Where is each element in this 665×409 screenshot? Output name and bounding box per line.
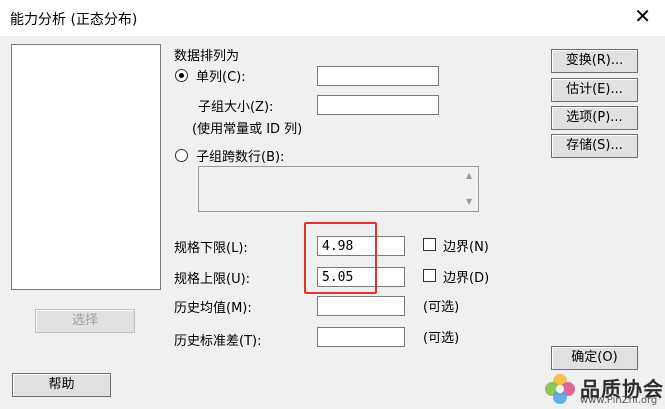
single-column-radio[interactable] <box>175 69 188 82</box>
hist-mean-input[interactable] <box>317 296 405 316</box>
spec-upper-boundary-label: 边界(D) <box>443 271 490 286</box>
options-button[interactable]: 选项(P)... <box>551 106 638 130</box>
subgroup-size-input[interactable] <box>317 95 439 115</box>
ok-button[interactable]: 确定(O) <box>551 346 638 370</box>
hist-mean-label: 历史均值(M): <box>174 301 252 316</box>
highlight-box <box>304 222 377 294</box>
help-button[interactable]: 帮助 <box>12 373 111 397</box>
close-icon[interactable]: ✕ <box>634 6 651 26</box>
hist-std-input[interactable] <box>317 327 405 347</box>
flower-icon <box>545 374 575 404</box>
spec-upper-label: 规格上限(U): <box>174 272 251 287</box>
scroll-down-icon[interactable]: ▼ <box>466 197 472 206</box>
spec-lower-label: 规格下限(L): <box>174 241 248 256</box>
select-button[interactable]: 选择 <box>35 309 135 333</box>
column-listbox[interactable] <box>11 44 161 290</box>
estimate-button[interactable]: 估计(E)... <box>551 78 638 102</box>
storage-button[interactable]: 存储(S)... <box>551 134 638 158</box>
subgroups-across-radio[interactable] <box>175 149 188 162</box>
single-column-input[interactable] <box>317 66 439 86</box>
subgroups-across-textarea[interactable]: ▲ ▼ <box>198 166 479 212</box>
subgroup-size-label: 子组大小(Z): <box>198 100 274 115</box>
window-title: 能力分析 (正态分布) <box>10 12 138 28</box>
spec-lower-boundary-checkbox[interactable] <box>423 238 436 251</box>
transform-button[interactable]: 变换(R)... <box>551 49 638 73</box>
section-title: 数据排列为 <box>174 49 240 64</box>
watermark: 品质协会 www.PinZhi.org <box>540 369 665 409</box>
title-bar: 能力分析 (正态分布) ✕ <box>0 0 665 36</box>
watermark-url: www.PinZhi.org <box>580 395 658 406</box>
hist-std-optional: (可选) <box>423 331 460 346</box>
subgroups-across-label: 子组跨数行(B): <box>196 150 285 165</box>
hist-std-label: 历史标准差(T): <box>174 334 262 349</box>
spec-upper-boundary-checkbox[interactable] <box>423 269 436 282</box>
subgroup-size-note: (使用常量或 ID 列) <box>192 122 303 137</box>
hist-mean-optional: (可选) <box>423 300 460 315</box>
textarea-scrollbar[interactable]: ▲ ▼ <box>464 167 478 211</box>
scroll-up-icon[interactable]: ▲ <box>466 171 472 180</box>
single-column-label: 单列(C): <box>196 70 246 85</box>
spec-lower-boundary-label: 边界(N) <box>443 240 489 255</box>
